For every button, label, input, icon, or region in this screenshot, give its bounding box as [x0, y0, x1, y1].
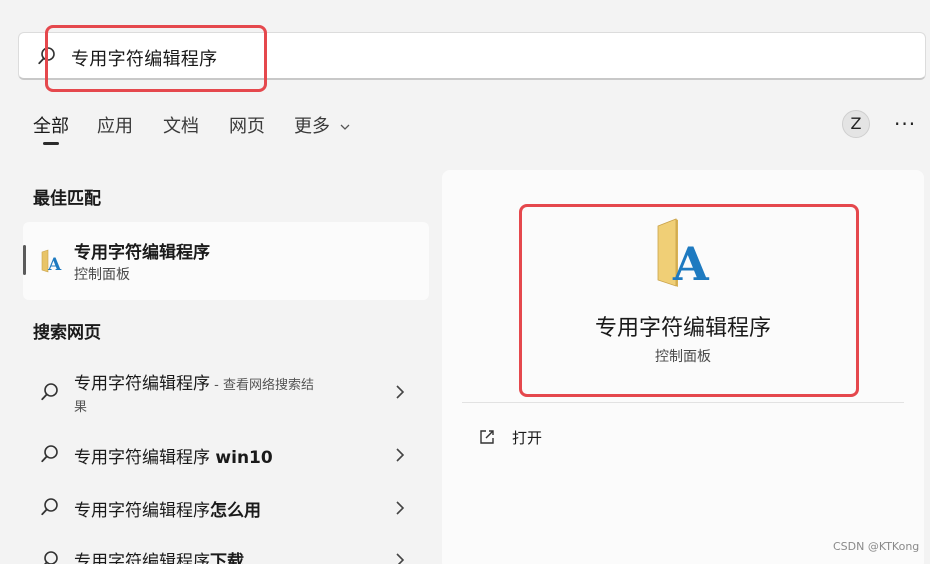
- web-search-item[interactable]: 专用字符编辑程序 - 查看网络搜索结 果: [23, 360, 429, 415]
- tab-apps[interactable]: 应用: [97, 112, 133, 138]
- tab-more[interactable]: 更多: [294, 112, 350, 138]
- search-icon: [41, 498, 58, 516]
- chevron-right-icon: [396, 385, 405, 399]
- search-icon: [41, 445, 58, 463]
- chevron-right-icon: [396, 553, 405, 564]
- search-icon: [38, 47, 55, 65]
- web-search-item[interactable]: 专用字符编辑程序下载: [23, 538, 429, 564]
- best-match-subtitle: 控制面板: [74, 267, 130, 283]
- web-search-text: 专用字符编辑程序 - 查看网络搜索结: [74, 374, 314, 394]
- tab-more-label: 更多: [294, 116, 330, 137]
- best-match-result[interactable]: A 专用字符编辑程序 控制面板: [23, 222, 429, 300]
- tab-documents[interactable]: 文档: [163, 112, 199, 138]
- web-search-text: 专用字符编辑程序怎么用: [74, 501, 261, 521]
- tab-web[interactable]: 网页: [229, 112, 265, 138]
- divider: [462, 402, 904, 403]
- best-match-heading: 最佳匹配: [33, 189, 101, 209]
- web-search-item[interactable]: 专用字符编辑程序 win10: [23, 432, 429, 480]
- font-folder-icon: A: [657, 218, 710, 290]
- web-search-item[interactable]: 专用字符编辑程序怎么用: [23, 485, 429, 533]
- chevron-down-icon: [340, 124, 350, 130]
- web-search-heading: 搜索网页: [33, 323, 101, 343]
- preview-panel: A 专用字符编辑程序 控制面板 打开: [442, 170, 924, 564]
- search-icon: [44, 551, 58, 564]
- search-box[interactable]: 专用字符编辑程序: [18, 32, 926, 80]
- web-search-text: 专用字符编辑程序下载: [74, 552, 244, 564]
- web-search-text-cont: 果: [74, 400, 88, 415]
- svg-text:A: A: [47, 255, 62, 274]
- chevron-right-icon: [396, 448, 405, 462]
- selection-indicator: [23, 245, 26, 275]
- preview-title: 专用字符编辑程序: [594, 316, 771, 341]
- tab-all[interactable]: 全部: [33, 112, 69, 138]
- preview-subtitle: 控制面板: [655, 349, 711, 365]
- avatar[interactable]: Z: [842, 110, 870, 138]
- watermark: CSDN @KTKong: [833, 540, 920, 553]
- svg-text:A: A: [672, 237, 710, 290]
- chevron-right-icon: [396, 501, 405, 515]
- font-folder-icon: A: [41, 249, 62, 274]
- search-input[interactable]: 专用字符编辑程序: [71, 45, 217, 71]
- more-options-button[interactable]: ···: [894, 112, 916, 136]
- best-match-title: 专用字符编辑程序: [74, 243, 210, 263]
- web-search-text: 专用字符编辑程序 win10: [74, 448, 273, 468]
- open-external-icon: [480, 430, 494, 444]
- open-label: 打开: [512, 429, 543, 447]
- search-icon: [41, 383, 58, 401]
- active-tab-indicator: [43, 142, 59, 145]
